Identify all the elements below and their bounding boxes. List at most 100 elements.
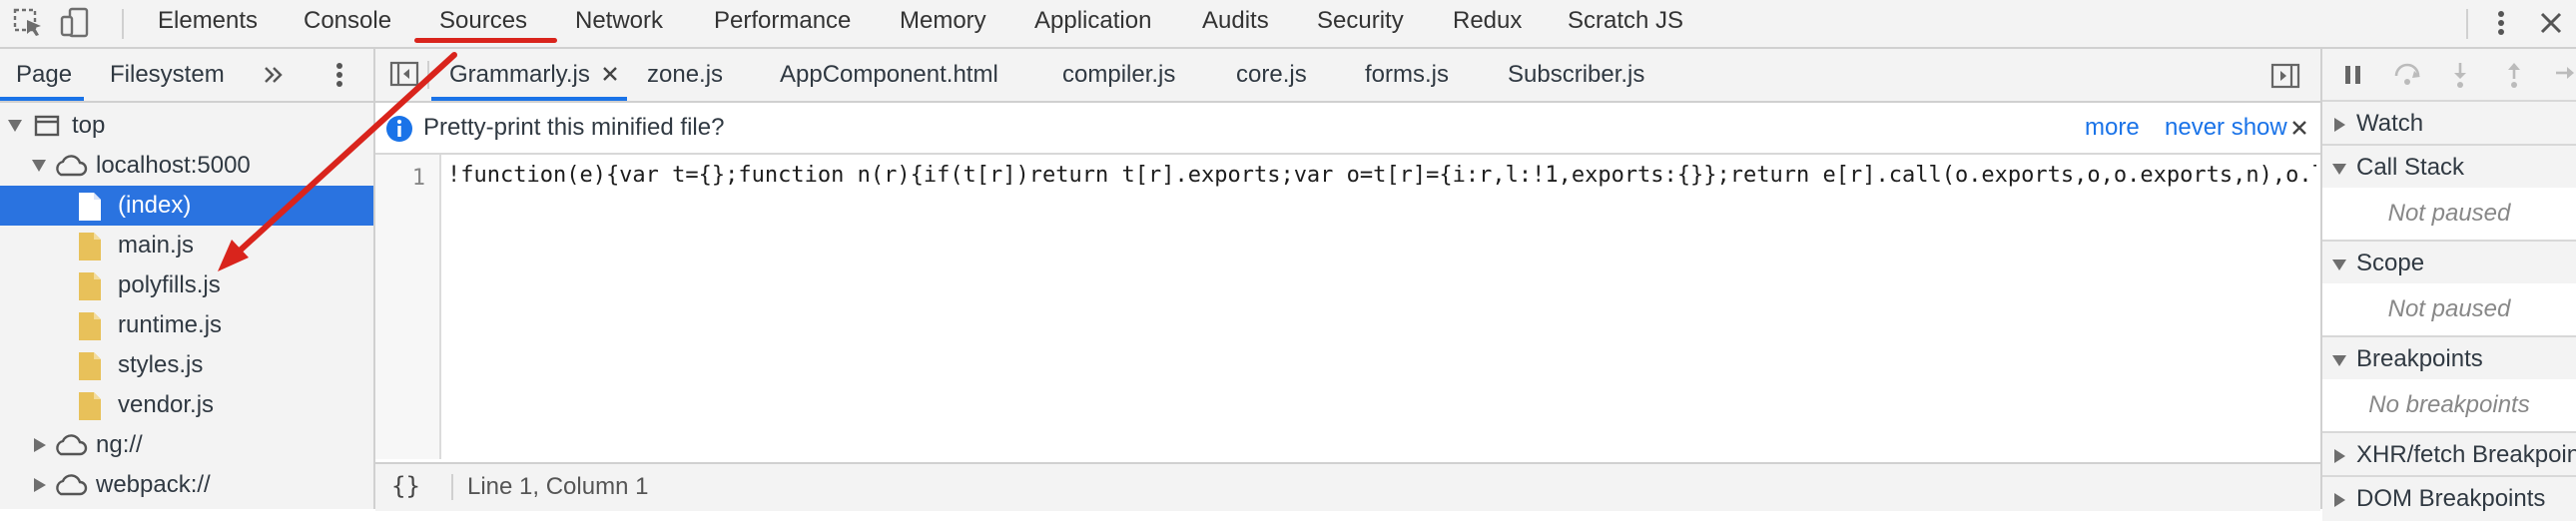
section-title: Breakpoints (2356, 345, 2483, 372)
collapsed-arrow-icon[interactable] (34, 438, 46, 452)
section-title: Watch (2356, 110, 2424, 137)
close-infobar-icon[interactable] (2290, 119, 2308, 137)
editor-tab-core[interactable]: core.js (1236, 49, 1307, 101)
cursor-position: Line 1, Column 1 (467, 473, 649, 500)
device-toolbar-icon[interactable] (58, 6, 92, 40)
editor-tab-appcomponent[interactable]: AppComponent.html (780, 49, 998, 101)
tree-item-file[interactable]: styles.js (0, 345, 373, 385)
script-file-icon (78, 391, 102, 421)
tree-item-index[interactable]: (index) (0, 186, 373, 226)
expanded-arrow-icon[interactable] (8, 120, 22, 132)
close-tab-icon[interactable] (601, 65, 619, 83)
tree-item-file[interactable]: runtime.js (0, 305, 373, 345)
tab-scratch-js[interactable]: Scratch JS (1568, 0, 1683, 47)
editor-tab-active-indicator (431, 97, 627, 101)
step-icon[interactable] (2554, 61, 2576, 89)
toggle-navigator-icon[interactable] (389, 61, 419, 87)
step-into-icon[interactable] (2450, 61, 2470, 89)
tree-item-top[interactable]: top (0, 106, 373, 146)
tree-item-file[interactable]: polyfills.js (0, 265, 373, 305)
tab-memory[interactable]: Memory (900, 0, 986, 47)
pause-icon[interactable] (2342, 64, 2364, 86)
sources-annotation-underline (414, 38, 557, 43)
info-icon (385, 115, 413, 143)
expanded-arrow-icon (2332, 164, 2346, 175)
section-dom-breakpoints[interactable]: DOM Breakpoints (2322, 475, 2576, 521)
tree-item-label: runtime.js (118, 311, 223, 338)
tree-item-webpack[interactable]: webpack:// (0, 465, 373, 505)
debugger-controls (2322, 49, 2576, 103)
devtools-toolbar: Elements Console Sources Network Perform… (0, 0, 2576, 49)
tree-item-label: main.js (118, 232, 195, 259)
tree-item-label: vendor.js (118, 391, 215, 418)
expanded-arrow-icon (2332, 355, 2346, 366)
section-title: Scope (2356, 250, 2425, 276)
infobar-never-show-link[interactable]: never show (2165, 103, 2287, 153)
cloud-icon (52, 433, 88, 457)
editor-tab-strip: Grammarly.js zone.js AppComponent.html c… (375, 49, 2320, 103)
close-devtools-icon[interactable] (2534, 6, 2568, 40)
tab-security[interactable]: Security (1317, 0, 1404, 47)
editor-tab-compiler[interactable]: compiler.js (1062, 49, 1175, 101)
tab-audits[interactable]: Audits (1202, 0, 1269, 47)
pretty-print-button[interactable]: {} (391, 464, 420, 509)
nav-tab-page[interactable]: Page (16, 49, 72, 101)
step-out-icon[interactable] (2504, 61, 2524, 89)
collapsed-arrow-icon (2334, 493, 2345, 507)
toolbar-divider (2466, 9, 2468, 39)
editor-tab-zone[interactable]: zone.js (647, 49, 723, 101)
section-title: Call Stack (2356, 154, 2465, 181)
section-scope[interactable]: Scope (2322, 240, 2576, 285)
scope-empty: Not paused (2322, 283, 2576, 335)
section-call-stack[interactable]: Call Stack (2322, 144, 2576, 190)
section-xhr-breakpoints[interactable]: XHR/fetch Breakpoints (2322, 431, 2576, 477)
cloud-icon (52, 473, 88, 497)
toggle-debugger-icon[interactable] (2270, 63, 2300, 89)
tree-item-label: localhost:5000 (96, 152, 251, 179)
expanded-arrow-icon (2332, 260, 2346, 270)
expanded-arrow-icon[interactable] (32, 160, 46, 172)
tab-redux[interactable]: Redux (1453, 0, 1522, 47)
tab-application[interactable]: Application (1034, 0, 1151, 47)
tree-item-label: webpack:// (96, 471, 211, 498)
editor-tab-grammarly[interactable]: Grammarly.js (449, 49, 590, 101)
line-number: 1 (411, 166, 425, 191)
editor-tab-subscriber[interactable]: Subscriber.js (1508, 49, 1644, 101)
breakpoints-empty: No breakpoints (2322, 379, 2576, 431)
infobar-more-link[interactable]: more (2085, 103, 2140, 153)
tab-performance[interactable]: Performance (714, 0, 851, 47)
section-breakpoints[interactable]: Breakpoints (2322, 335, 2576, 381)
tree-item-ng[interactable]: ng:// (0, 425, 373, 465)
collapsed-arrow-icon (2334, 449, 2345, 463)
frame-icon (34, 114, 60, 138)
inspect-element-icon[interactable] (12, 6, 46, 40)
cloud-icon (52, 154, 88, 178)
nav-tab-active-indicator (0, 97, 84, 101)
tree-item-label: polyfills.js (118, 271, 221, 298)
pretty-print-infobar: Pretty-print this minified file? more ne… (375, 103, 2320, 155)
collapsed-arrow-icon[interactable] (34, 478, 46, 492)
line-number-gutter: 1 (375, 155, 441, 459)
script-file-icon (78, 351, 102, 381)
editor-status-bar: {} Line 1, Column 1 (375, 462, 2320, 511)
script-file-icon (78, 232, 102, 261)
script-file-icon (78, 311, 102, 341)
code-line[interactable]: !function(e){var t={};function n(r){if(t… (447, 160, 2316, 192)
tree-item-file[interactable]: vendor.js (0, 385, 373, 425)
editor-tab-forms[interactable]: forms.js (1365, 49, 1449, 101)
tree-item-file[interactable]: main.js (0, 226, 373, 265)
section-watch[interactable]: Watch (2322, 100, 2576, 146)
navigator-header: Page Filesystem (0, 49, 373, 103)
tab-console[interactable]: Console (304, 0, 391, 47)
tree-item-localhost[interactable]: localhost:5000 (0, 146, 373, 186)
document-file-icon (78, 192, 102, 222)
tab-network[interactable]: Network (575, 0, 663, 47)
more-tabs-chevron-icon[interactable] (262, 63, 286, 87)
infobar-message: Pretty-print this minified file? (423, 114, 725, 141)
step-over-icon[interactable] (2392, 62, 2422, 86)
tab-elements[interactable]: Elements (158, 0, 258, 47)
nav-tab-filesystem[interactable]: Filesystem (110, 49, 225, 101)
more-options-icon[interactable] (2484, 6, 2518, 40)
navigator-menu-icon[interactable] (327, 61, 351, 89)
toolbar-divider (122, 9, 124, 39)
